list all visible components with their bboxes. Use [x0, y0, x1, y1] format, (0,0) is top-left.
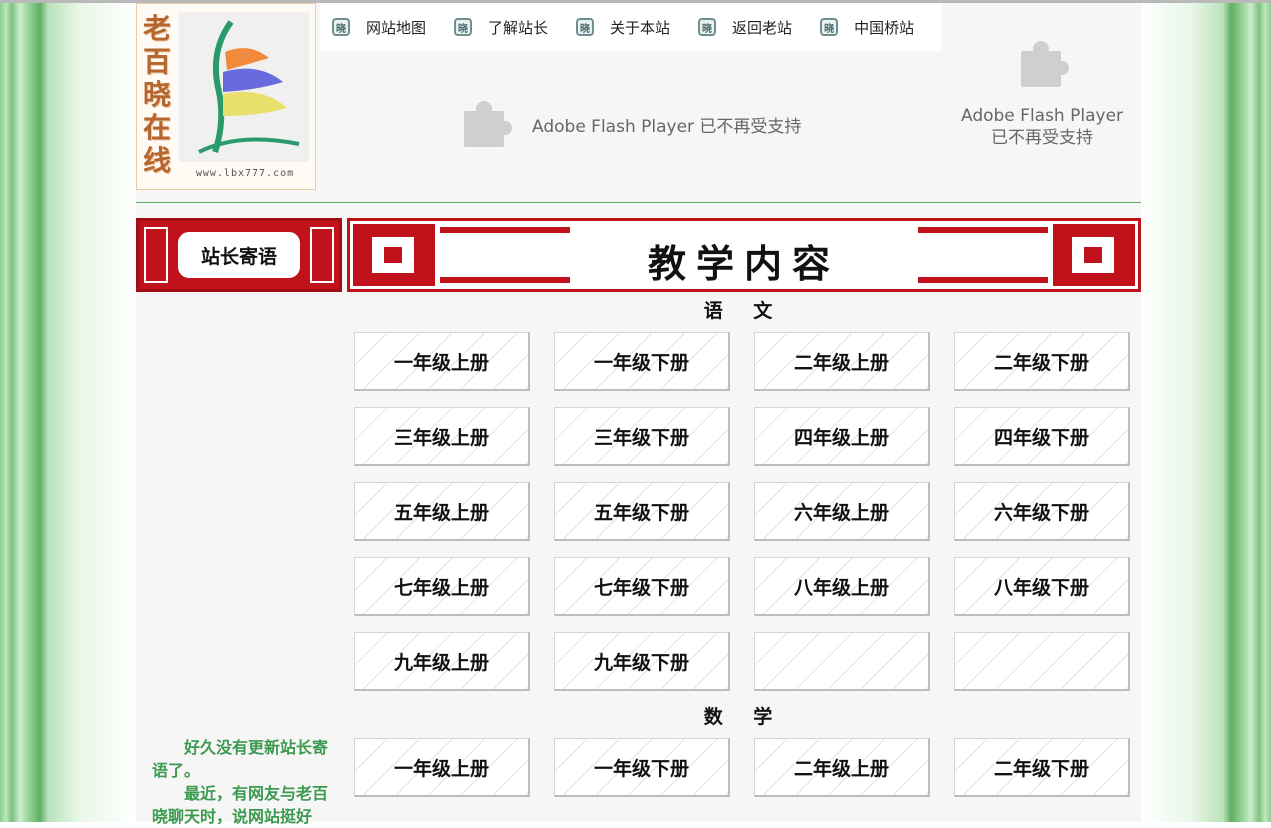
subject-heading-math: 数 学	[703, 706, 785, 728]
nav-old-site[interactable]: 晓 返回老站	[698, 17, 792, 38]
grade-button-empty[interactable]	[954, 632, 1130, 691]
content-banner: 教学内容	[347, 218, 1141, 292]
flash-message: Adobe Flash Player 已不再受支持	[532, 116, 802, 137]
sidebar-banner-title: 站长寄语	[175, 229, 303, 281]
grade-button[interactable]: 一年级上册	[354, 738, 530, 797]
puzzle-plugin-icon	[458, 97, 512, 151]
flash-message-line2: 已不再受支持	[991, 128, 1093, 148]
message-paragraph: 最近，有网友与老百晓聊天时，说网站挺好	[152, 784, 329, 826]
grade-button[interactable]: 一年级下册	[554, 332, 730, 391]
grade-button[interactable]: 二年级下册	[954, 738, 1130, 797]
logo-flag-icon	[179, 12, 309, 162]
grade-button[interactable]: 六年级下册	[954, 482, 1130, 541]
grade-button[interactable]: 二年级下册	[954, 332, 1130, 391]
page-content: 老 百 晓 在 线 www.lbx777.com 晓 网站地图 晓 了解站长 晓…	[136, 3, 1141, 826]
nav-about-webmaster[interactable]: 晓 了解站长	[454, 17, 548, 38]
nav-about-site[interactable]: 晓 关于本站	[576, 17, 670, 38]
grade-button[interactable]: 九年级上册	[354, 632, 530, 691]
xiao-badge-icon: 晓	[454, 18, 473, 36]
grade-button[interactable]: 四年级下册	[954, 407, 1130, 466]
grade-button[interactable]: 八年级上册	[754, 557, 930, 616]
grade-button[interactable]: 一年级上册	[354, 332, 530, 391]
puzzle-plugin-icon	[1015, 37, 1069, 91]
nav-label: 中国桥站	[854, 18, 915, 37]
sidebar-banner: 站长寄语	[136, 218, 342, 292]
flash-placeholder-side[interactable]: Adobe Flash Player 已不再受支持	[956, 37, 1128, 149]
xiao-badge-icon: 晓	[332, 18, 350, 36]
grade-button[interactable]: 一年级下册	[554, 738, 730, 797]
webmaster-message: 好久没有更新站长寄语了。 最近，有网友与老百晓聊天时，说网站挺好	[152, 736, 330, 828]
logo-url: www.lbx777.com	[195, 168, 295, 179]
grade-button[interactable]: 六年级上册	[754, 482, 930, 541]
left-green-frame	[0, 3, 136, 822]
grade-button[interactable]: 三年级上册	[354, 407, 530, 466]
content-banner-title: 教学内容	[647, 242, 840, 286]
grade-button[interactable]: 八年级下册	[954, 557, 1130, 616]
grade-button[interactable]: 三年级下册	[554, 407, 730, 466]
subject-heading-chinese: 语 文	[703, 300, 785, 322]
xiao-badge-icon: 晓	[576, 18, 595, 36]
nav-label: 关于本站	[610, 18, 671, 37]
xiao-badge-icon: 晓	[820, 18, 839, 36]
right-green-frame	[1141, 3, 1271, 822]
message-paragraph: 好久没有更新站长寄语了。	[152, 738, 329, 780]
grade-button[interactable]: 七年级下册	[554, 557, 730, 616]
flash-message-line1: Adobe Flash Player	[960, 106, 1124, 126]
nav-label: 了解站长	[488, 18, 549, 37]
grade-button[interactable]: 五年级下册	[554, 482, 730, 541]
header-divider	[136, 202, 1141, 203]
nav-label: 网站地图	[366, 18, 427, 37]
grade-button[interactable]: 九年级下册	[554, 632, 730, 691]
grade-button[interactable]: 七年级上册	[354, 557, 530, 616]
nav-china-bridge[interactable]: 晓 中国桥站	[820, 17, 914, 38]
nav-label: 返回老站	[732, 18, 793, 37]
logo-text: 老 百 晓 在 线	[143, 12, 172, 177]
top-nav: 晓 网站地图 晓 了解站长 晓 关于本站 晓 返回老站 晓 中国桥站	[320, 3, 942, 51]
flash-placeholder-main[interactable]: Adobe Flash Player 已不再受支持	[458, 97, 801, 151]
site-logo[interactable]: 老 百 晓 在 线 www.lbx777.com	[136, 3, 316, 190]
grade-button[interactable]: 五年级上册	[354, 482, 530, 541]
grade-button[interactable]: 二年级上册	[754, 738, 930, 797]
grade-button-empty[interactable]	[754, 632, 930, 691]
ornament-icon	[310, 227, 334, 283]
grade-button[interactable]: 四年级上册	[754, 407, 930, 466]
nav-site-map[interactable]: 晓 网站地图	[332, 17, 426, 38]
grade-button[interactable]: 二年级上册	[754, 332, 930, 391]
ornament-icon	[144, 227, 168, 283]
xiao-badge-icon: 晓	[698, 18, 717, 36]
